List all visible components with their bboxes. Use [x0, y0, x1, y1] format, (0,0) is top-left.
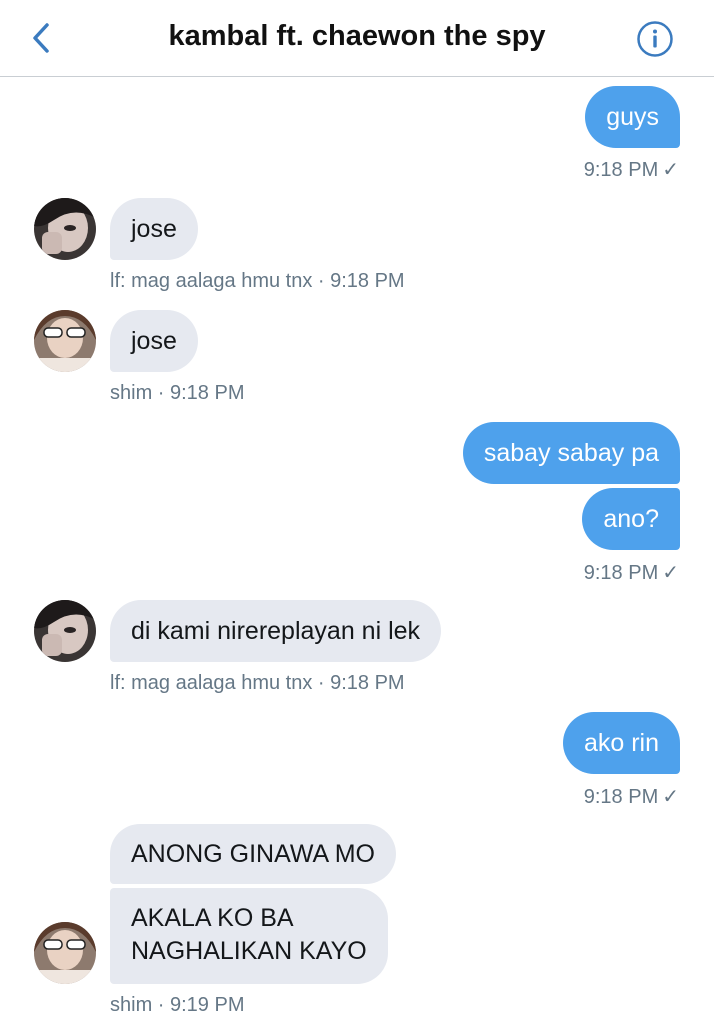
message-timestamp: 9:18 PM ✓: [583, 159, 679, 181]
avatar[interactable]: [34, 922, 96, 984]
sent-check-icon: ✓: [662, 159, 679, 181]
message-text-line: AKALA KO BA: [131, 904, 294, 932]
info-button[interactable]: [636, 20, 674, 58]
message-text-line: NAGHALIKAN KAYO: [131, 937, 367, 965]
incoming-message-bubble[interactable]: jose: [110, 310, 198, 372]
message-sender-timestamp: shim · 9:19 PM: [110, 994, 245, 1016]
message-text: ako rin: [583, 728, 659, 757]
incoming-message-bubble[interactable]: jose: [110, 198, 198, 260]
message-text: ANONG GINAWA MO: [131, 839, 375, 868]
avatar-image: [34, 310, 96, 372]
avatar[interactable]: [34, 600, 96, 662]
outgoing-message-bubble[interactable]: guys: [585, 86, 680, 148]
message-text: sabay sabay pa: [483, 438, 659, 467]
conversation-header: kambal ft. chaewon the spy: [0, 0, 714, 77]
message-sender-timestamp: shim · 9:18 PM: [110, 382, 245, 404]
message-text: guys: [606, 102, 659, 131]
message-text: jose: [131, 326, 177, 355]
incoming-message-bubble[interactable]: AKALA KO BA NAGHALIKAN KAYO: [110, 888, 388, 984]
incoming-message-bubble[interactable]: ANONG GINAWA MO: [110, 824, 396, 884]
sent-check-icon: ✓: [662, 786, 679, 808]
message-text: jose: [131, 214, 177, 243]
conversation-title: kambal ft. chaewon the spy: [168, 20, 546, 52]
sent-check-icon: ✓: [662, 562, 679, 584]
avatar-image: [34, 600, 96, 662]
avatar-image: [34, 198, 96, 260]
message-text: di kami nirereplayan ni lek: [131, 616, 421, 645]
outgoing-message-bubble[interactable]: ano?: [582, 488, 680, 550]
avatar[interactable]: [34, 310, 96, 372]
outgoing-message-bubble[interactable]: ako rin: [562, 712, 680, 774]
avatar[interactable]: [34, 198, 96, 260]
message-text: ano?: [603, 504, 659, 533]
outgoing-message-bubble[interactable]: sabay sabay pa: [462, 422, 680, 484]
avatar-image: [34, 922, 96, 984]
info-icon: [637, 21, 673, 57]
message-sender-timestamp: lf: mag aalaga hmu tnx · 9:18 PM: [110, 270, 405, 292]
message-timestamp: 9:18 PM ✓: [583, 786, 679, 808]
message-timestamp: 9:18 PM ✓: [583, 562, 679, 584]
incoming-message-bubble[interactable]: di kami nirereplayan ni lek: [110, 600, 442, 662]
message-sender-timestamp: lf: mag aalaga hmu tnx · 9:18 PM: [110, 672, 405, 694]
